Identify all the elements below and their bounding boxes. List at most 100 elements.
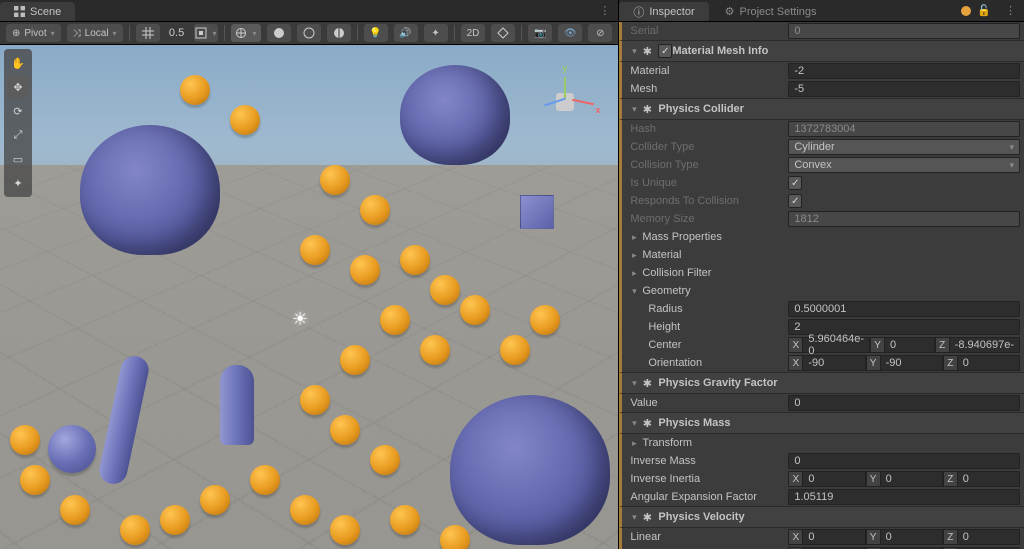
component-physics-mass[interactable]: ▾ ✱ Physics Mass [619, 412, 1024, 434]
tab-inspector[interactable]: ⓘ Inspector [619, 2, 708, 21]
scene-tabbar: Scene ⋮ [0, 0, 618, 22]
dropdown-collider-type[interactable]: Cylinder▾ [788, 139, 1020, 155]
move-tool[interactable]: ✥ [7, 76, 29, 98]
light-gizmo-icon: ☀ [292, 309, 308, 330]
wireframe-button[interactable] [297, 24, 321, 42]
field-linear-y[interactable]: 0 [880, 529, 943, 545]
field-inertia-y[interactable]: 0 [880, 471, 943, 487]
shaded-wireframe-button[interactable] [327, 24, 351, 42]
checkbox-is-unique[interactable]: ✓ [788, 176, 802, 190]
snap-increment-button[interactable]: ▾ [194, 24, 218, 42]
field-orient-x[interactable]: -90 [802, 355, 865, 371]
scene-viewport[interactable]: ☀ y x ✋ ✥ ⟳ ⤢ ▭ ✦ [0, 45, 618, 549]
tab-project-settings[interactable]: ⚙ Project Settings [711, 2, 831, 21]
chevron-down-icon: ▾ [628, 378, 640, 389]
grid-icon [14, 6, 25, 17]
field-material[interactable]: -2 [788, 63, 1020, 79]
title-physics-mass: Physics Mass [658, 417, 730, 429]
component-physics-velocity[interactable]: ▾ ✱ Physics Velocity [619, 506, 1024, 528]
pivot-toggle[interactable]: ⊕ Pivot ▾ [6, 24, 61, 42]
label-collision-type: Collision Type [628, 159, 788, 171]
gizmos-toggle[interactable] [491, 24, 515, 42]
inspector-panel: ⓘ Inspector ⚙ Project Settings 🔓 ⋮ Seria… [618, 0, 1024, 549]
field-angular-expansion[interactable]: 1.05119 [788, 489, 1020, 505]
mesh-bunny [80, 125, 220, 255]
label-collider-type: Collider Type [628, 141, 788, 153]
camera-button[interactable]: 📷 [528, 24, 552, 42]
component-physics-gravity[interactable]: ▾ ✱ Physics Gravity Factor [619, 372, 1024, 394]
layers-button[interactable]: 👁 [558, 24, 582, 42]
component-physics-collider[interactable]: ▾ ✱ Physics Collider [619, 98, 1024, 120]
foldout-mass-properties[interactable]: ▸Mass Properties [619, 228, 1024, 246]
scale-tool[interactable]: ⤢ [7, 124, 29, 146]
field-gravity-value[interactable]: 0 [788, 395, 1020, 411]
inspector-tab-menu[interactable]: ⋮ [997, 0, 1024, 21]
inspector-tabbar: ⓘ Inspector ⚙ Project Settings 🔓 ⋮ [619, 0, 1024, 22]
field-linear-z[interactable]: 0 [957, 529, 1020, 545]
field-center-x[interactable]: 5.960464e-0 [802, 337, 870, 353]
field-orient-z[interactable]: 0 [957, 355, 1020, 371]
checkbox-responds[interactable]: ✓ [788, 194, 802, 208]
foldout-collision-filter[interactable]: ▸Collision Filter [619, 264, 1024, 282]
label-is-unique: Is Unique [628, 177, 788, 189]
space-label: Local [85, 28, 109, 39]
field-inertia-z[interactable]: 0 [957, 471, 1020, 487]
field-serial: 0 [788, 23, 1020, 39]
field-mesh[interactable]: -5 [788, 81, 1020, 97]
grid-snap-value: 0.5 [166, 27, 188, 39]
component-material-mesh-info[interactable]: ▾ ✱ ✓ Material Mesh Info [619, 40, 1024, 62]
enable-checkbox[interactable]: ✓ [658, 44, 672, 58]
rotate-tool[interactable]: ⟳ [7, 100, 29, 122]
label-material: Material [628, 65, 788, 77]
audio-toggle[interactable]: 🔊 [394, 24, 418, 42]
mesh-cylinder [220, 365, 254, 445]
foldout-geometry[interactable]: ▾Geometry [619, 282, 1024, 300]
mesh-sphere [48, 425, 96, 473]
lock-icon[interactable]: 🔓 [977, 4, 991, 17]
fx-toggle[interactable]: ✦ [424, 24, 448, 42]
title-material-mesh-info: Material Mesh Info [672, 45, 768, 57]
foldout-pm-transform[interactable]: ▸Transform [619, 434, 1024, 452]
space-toggle[interactable]: ⤨ Local ▾ [67, 24, 123, 42]
foldout-material[interactable]: ▸Material [619, 246, 1024, 264]
field-center-z[interactable]: -8.940697e- [949, 337, 1020, 353]
mode-2d-toggle[interactable]: 2D [461, 24, 486, 42]
rect-tool[interactable]: ▭ [7, 148, 29, 170]
transform-tool[interactable]: ✦ [7, 172, 29, 194]
info-icon: ⓘ [633, 4, 644, 20]
tool-dock: ✋ ✥ ⟳ ⤢ ▭ ✦ [4, 49, 32, 197]
puzzle-icon: ✱ [640, 377, 654, 390]
tab-scene[interactable]: Scene [0, 2, 75, 21]
puzzle-icon: ✱ [640, 103, 654, 116]
grid-snap-toggle[interactable] [136, 24, 160, 42]
label-mass-properties: Mass Properties [640, 231, 1020, 243]
scene-panel: Scene ⋮ ⊕ Pivot ▾ ⤨ Local ▾ 0.5 ▾ ▾ [0, 0, 618, 549]
dropdown-collision-type[interactable]: Convex▾ [788, 157, 1020, 173]
title-physics-gravity: Physics Gravity Factor [658, 377, 777, 389]
inspector-body: Serial 0 ▾ ✱ ✓ Material Mesh Info Materi… [619, 22, 1024, 549]
label-height: Height [628, 321, 788, 333]
lighting-toggle[interactable]: 💡 [364, 24, 388, 42]
mesh-bunny [450, 395, 610, 545]
local-icon: ⤨ [73, 28, 81, 39]
gear-icon: ⚙ [725, 5, 735, 18]
hidden-toggle[interactable]: ⊘ [588, 24, 612, 42]
label-gravity-value: Value [628, 397, 788, 409]
status-dot-icon [961, 6, 971, 16]
field-center-y[interactable]: 0 [884, 337, 935, 353]
field-orient-y[interactable]: -90 [880, 355, 943, 371]
draw-mode-button[interactable]: ▾ [231, 24, 261, 42]
scene-tab-menu[interactable]: ⋮ [591, 0, 618, 21]
shaded-button[interactable] [267, 24, 291, 42]
field-radius[interactable]: 0.5000001 [788, 301, 1020, 317]
chevron-down-icon: ▾ [628, 104, 640, 115]
label-radius: Radius [628, 303, 788, 315]
field-linear-x[interactable]: 0 [802, 529, 865, 545]
hand-tool[interactable]: ✋ [7, 52, 29, 74]
title-physics-collider: Physics Collider [658, 103, 744, 115]
field-inertia-x[interactable]: 0 [802, 471, 865, 487]
tab-project-settings-label: Project Settings [739, 6, 816, 18]
field-inverse-mass[interactable]: 0 [788, 453, 1020, 469]
orientation-gizmo[interactable]: y x [524, 61, 604, 141]
pivot-icon: ⊕ [12, 28, 20, 39]
